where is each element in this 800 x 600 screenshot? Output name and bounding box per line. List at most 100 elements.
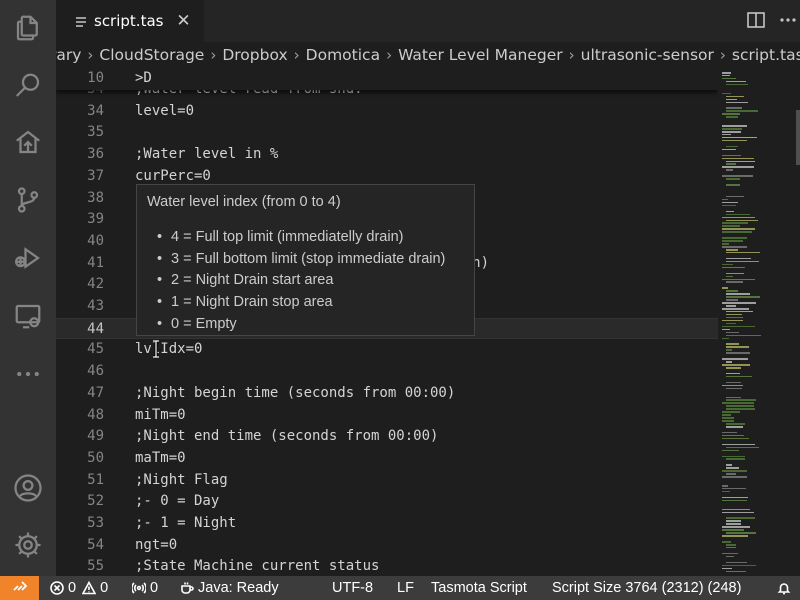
minimap-line [722, 240, 743, 242]
minimap-line [722, 228, 755, 230]
line-number: 38 [87, 189, 104, 206]
minimap-line [726, 331, 739, 334]
close-icon[interactable]: ✕ [175, 11, 191, 31]
hover-list-item-text: 4 = Full top limit (immediatelly drain) [171, 229, 404, 245]
search-icon[interactable] [10, 68, 46, 104]
line-number: 36 [87, 146, 104, 163]
split-editor-icon[interactable] [746, 10, 768, 32]
account-icon[interactable] [10, 470, 46, 506]
minimap-line [722, 72, 731, 74]
minimap-line [726, 405, 754, 407]
minimap-line [726, 316, 743, 319]
eol-indicator[interactable]: LF [397, 576, 414, 600]
breadcrumb-item[interactable]: Domotica [306, 46, 380, 64]
hover-list-item-text: 0 = Empty [171, 315, 237, 332]
ports-indicator[interactable]: 0 [132, 576, 158, 600]
tab-script-tas[interactable]: script.tas ✕ [56, 0, 204, 42]
tasmota-icon[interactable] [10, 124, 46, 160]
chevron-right-icon: › [293, 46, 300, 64]
encoding-indicator[interactable]: UTF-8 [332, 576, 373, 600]
error-icon [50, 581, 64, 595]
run-debug-icon[interactable] [10, 240, 46, 276]
minimap-line [726, 570, 746, 573]
settings-gear-icon[interactable] [10, 527, 46, 563]
minimap-line [726, 80, 746, 83]
code-line[interactable]: 49 ;Night end time (seconds from 00:00) [56, 426, 718, 448]
breadcrumb-item[interactable]: rary [56, 46, 81, 64]
hover-tooltip: Water level index (from 0 to 4) 4 = Full… [136, 184, 475, 336]
line-number: 52 [87, 493, 104, 510]
minimap-line [722, 487, 746, 490]
minimap-line [722, 364, 750, 366]
minimap-line [722, 499, 747, 502]
minimap-line [722, 337, 729, 339]
minimap-line [722, 319, 743, 322]
minimap-line [722, 92, 731, 95]
minimap-line [722, 308, 749, 310]
minimap-line [722, 358, 748, 360]
minimap[interactable] [718, 68, 790, 576]
language-label: Tasmota Script [431, 580, 527, 596]
remote-indicator-icon[interactable] [0, 576, 39, 600]
code-line[interactable]: 36 ;Water level in % [56, 144, 718, 166]
minimap-line [726, 555, 734, 558]
code-line[interactable]: 54 ngt=0 [56, 535, 718, 557]
minimap-line [726, 517, 755, 519]
line-code: lvlIdx=0 [135, 341, 203, 358]
code-line[interactable]: 46 [56, 361, 718, 383]
breadcrumb-item[interactable]: script.tas [732, 46, 800, 64]
more-icon[interactable] [10, 356, 46, 392]
minimap-line [722, 496, 748, 499]
minimap-line [722, 128, 742, 130]
sticky-scroll-line[interactable]: 10 >D [56, 68, 718, 90]
code-line[interactable]: 50 maTm=0 [56, 448, 718, 470]
code-line[interactable]: 51 ;Night Flag [56, 470, 718, 492]
problems-indicator[interactable]: 0 0 [50, 576, 108, 600]
minimap-line [726, 349, 732, 351]
minimap-line [726, 334, 761, 337]
code-line[interactable]: 53 ;- 1 = Night [56, 513, 718, 535]
remote-explorer-icon[interactable] [10, 298, 46, 334]
text-cursor-icon [150, 339, 162, 359]
line-code: ;Night Flag [135, 471, 228, 488]
source-control-icon[interactable] [10, 182, 46, 218]
minimap-line [722, 455, 745, 457]
scrollbar-thumb[interactable] [796, 110, 800, 165]
broadcast-icon [132, 582, 146, 594]
minimap-line [726, 272, 744, 275]
line-number: 10 [87, 70, 104, 86]
minimap-line [722, 552, 738, 555]
minimap-line [726, 408, 755, 410]
line-number: 48 [87, 406, 104, 423]
line-number: 43 [87, 298, 104, 314]
breadcrumb-item[interactable]: Water Level Maneger [398, 46, 563, 64]
code-line[interactable]: 48 miTm=0 [56, 405, 718, 427]
minimap-line [726, 343, 739, 345]
breadcrumb-item[interactable]: CloudStorage [99, 46, 204, 64]
breadcrumb-item[interactable]: Dropbox [222, 46, 287, 64]
code-line[interactable]: 52 ;- 0 = Day [56, 491, 718, 513]
code-line[interactable]: 35 [56, 122, 718, 144]
minimap-line [722, 237, 747, 239]
java-status[interactable]: Java: Ready [180, 576, 279, 600]
minimap-line [722, 216, 755, 219]
code-line[interactable]: 47 ;Night begin time (seconds from 00:00) [56, 383, 718, 405]
files-icon[interactable] [10, 10, 46, 46]
line-number: 37 [87, 167, 104, 184]
line-number: 34 [87, 102, 104, 119]
more-actions-icon[interactable] [778, 10, 800, 32]
minimap-line [726, 275, 733, 278]
minimap-line [722, 148, 736, 151]
minimap-line [722, 204, 736, 207]
minimap-line [722, 485, 728, 487]
language-mode[interactable]: Tasmota Script [431, 576, 527, 600]
breadcrumb-item[interactable]: ultrasonic-sensor [581, 46, 714, 64]
script-size-indicator[interactable]: Script Size 3764 (2312) (248) [552, 576, 741, 600]
notifications-bell-icon[interactable] [777, 576, 795, 600]
minimap-line [726, 178, 740, 180]
code-line[interactable]: 34 level=0 [56, 101, 718, 123]
minimap-line [726, 310, 753, 313]
code-line[interactable]: 55 ;State Machine current status [56, 556, 718, 576]
line-code: maTm=0 [135, 449, 186, 466]
minimap-line [726, 520, 741, 522]
